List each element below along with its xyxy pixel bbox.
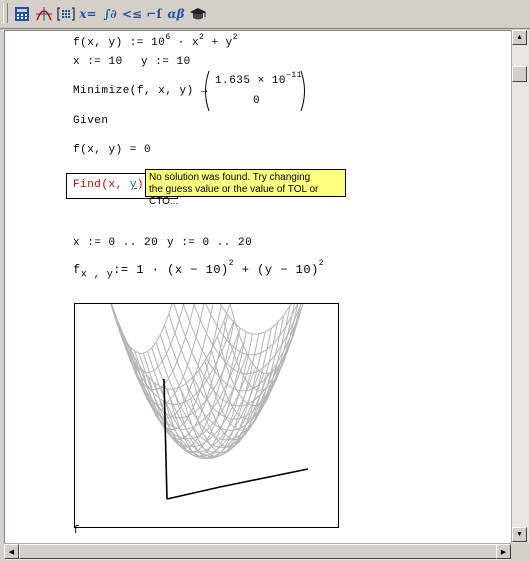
surface-grid-line [129,293,216,419]
x-range-definition[interactable]: x := 0 .. 20 [73,237,158,249]
arrow-down-icon: ▼ [516,531,523,538]
greek-button[interactable]: αβ [166,4,186,24]
surface-grid-line [164,325,290,431]
surface-grid-line [142,353,269,459]
scrollbar-corner [511,543,530,561]
math-toolbar: x= ∫∂ <≤ ⌐ſ αβ [0,0,530,29]
arrow-left-icon: ◀ [8,548,15,556]
minimize-expression[interactable]: Minimize(f, x, y) → [73,85,208,97]
surface-grid-line [189,228,316,335]
boolean-button[interactable]: <≤ [122,4,142,24]
given-keyword[interactable]: Given [73,115,109,127]
x-guess-definition[interactable]: x := 10 [73,56,123,68]
calculator-button[interactable] [12,4,32,24]
surface-matrix-definition[interactable]: fx , y:= 1 · (x − 10)2 + (y − 10)2 [73,259,324,280]
calculus-icon: ∫∂ [103,7,117,21]
vertical-scrollbar[interactable]: ▲ ▼ [511,30,529,543]
evaluation-icon: x= [79,7,97,21]
surface-grid-line [229,248,316,374]
vertical-scroll-thumb[interactable] [512,66,527,82]
constraint-equation[interactable]: f(x, y) = 0 [73,144,151,156]
surface-grid-line [142,314,228,440]
graduation-cap-icon [190,8,206,20]
error-tooltip: No solution was found. Try changing the … [145,169,346,207]
scroll-up-button[interactable]: ▲ [512,30,527,45]
matrix-icon [57,7,75,21]
graph-button[interactable] [34,4,54,24]
programming-icon: ⌐ſ [146,7,162,21]
boolean-icon: <≤ [121,7,143,21]
symbolic-button[interactable] [188,4,208,24]
plot-caption: f [73,525,81,537]
graph-icon [36,7,52,21]
arrow-up-icon: ▲ [516,34,523,41]
worksheet[interactable]: f(x, y) := 106 · x2 + y2 x := 10 y := 10… [4,30,511,543]
horizontal-scrollbar[interactable]: ◀ ▶ [4,543,511,560]
paraboloid-surface [104,228,316,500]
greek-icon: αβ [167,7,185,21]
calculus-button[interactable]: ∫∂ [100,4,120,24]
horizontal-scroll-thumb[interactable] [19,544,497,559]
x-axis [219,468,309,488]
y-guess-definition[interactable]: y := 10 [141,56,191,68]
matrix-button[interactable] [56,4,76,24]
surface-grid-line [104,228,191,354]
toolbar-grip[interactable] [3,3,8,23]
z-axis [163,378,168,500]
function-definition[interactable]: f(x, y) := 106 · x2 + y2 [73,33,238,49]
calculator-icon [15,7,29,21]
programming-button[interactable]: ⌐ſ [144,4,164,24]
surface-grid-line [198,315,285,441]
y-axis [166,486,221,500]
scroll-left-button[interactable]: ◀ [4,544,19,559]
scroll-right-button[interactable]: ▶ [496,544,511,559]
result-vector[interactable]: 1.635 × 10−11 0 [201,69,309,113]
surface-plot[interactable] [74,228,339,528]
evaluation-button[interactable]: x= [78,4,98,24]
scroll-down-button[interactable]: ▼ [512,527,527,542]
arrow-right-icon: ▶ [500,548,507,556]
y-range-definition[interactable]: y := 0 .. 20 [167,237,252,249]
